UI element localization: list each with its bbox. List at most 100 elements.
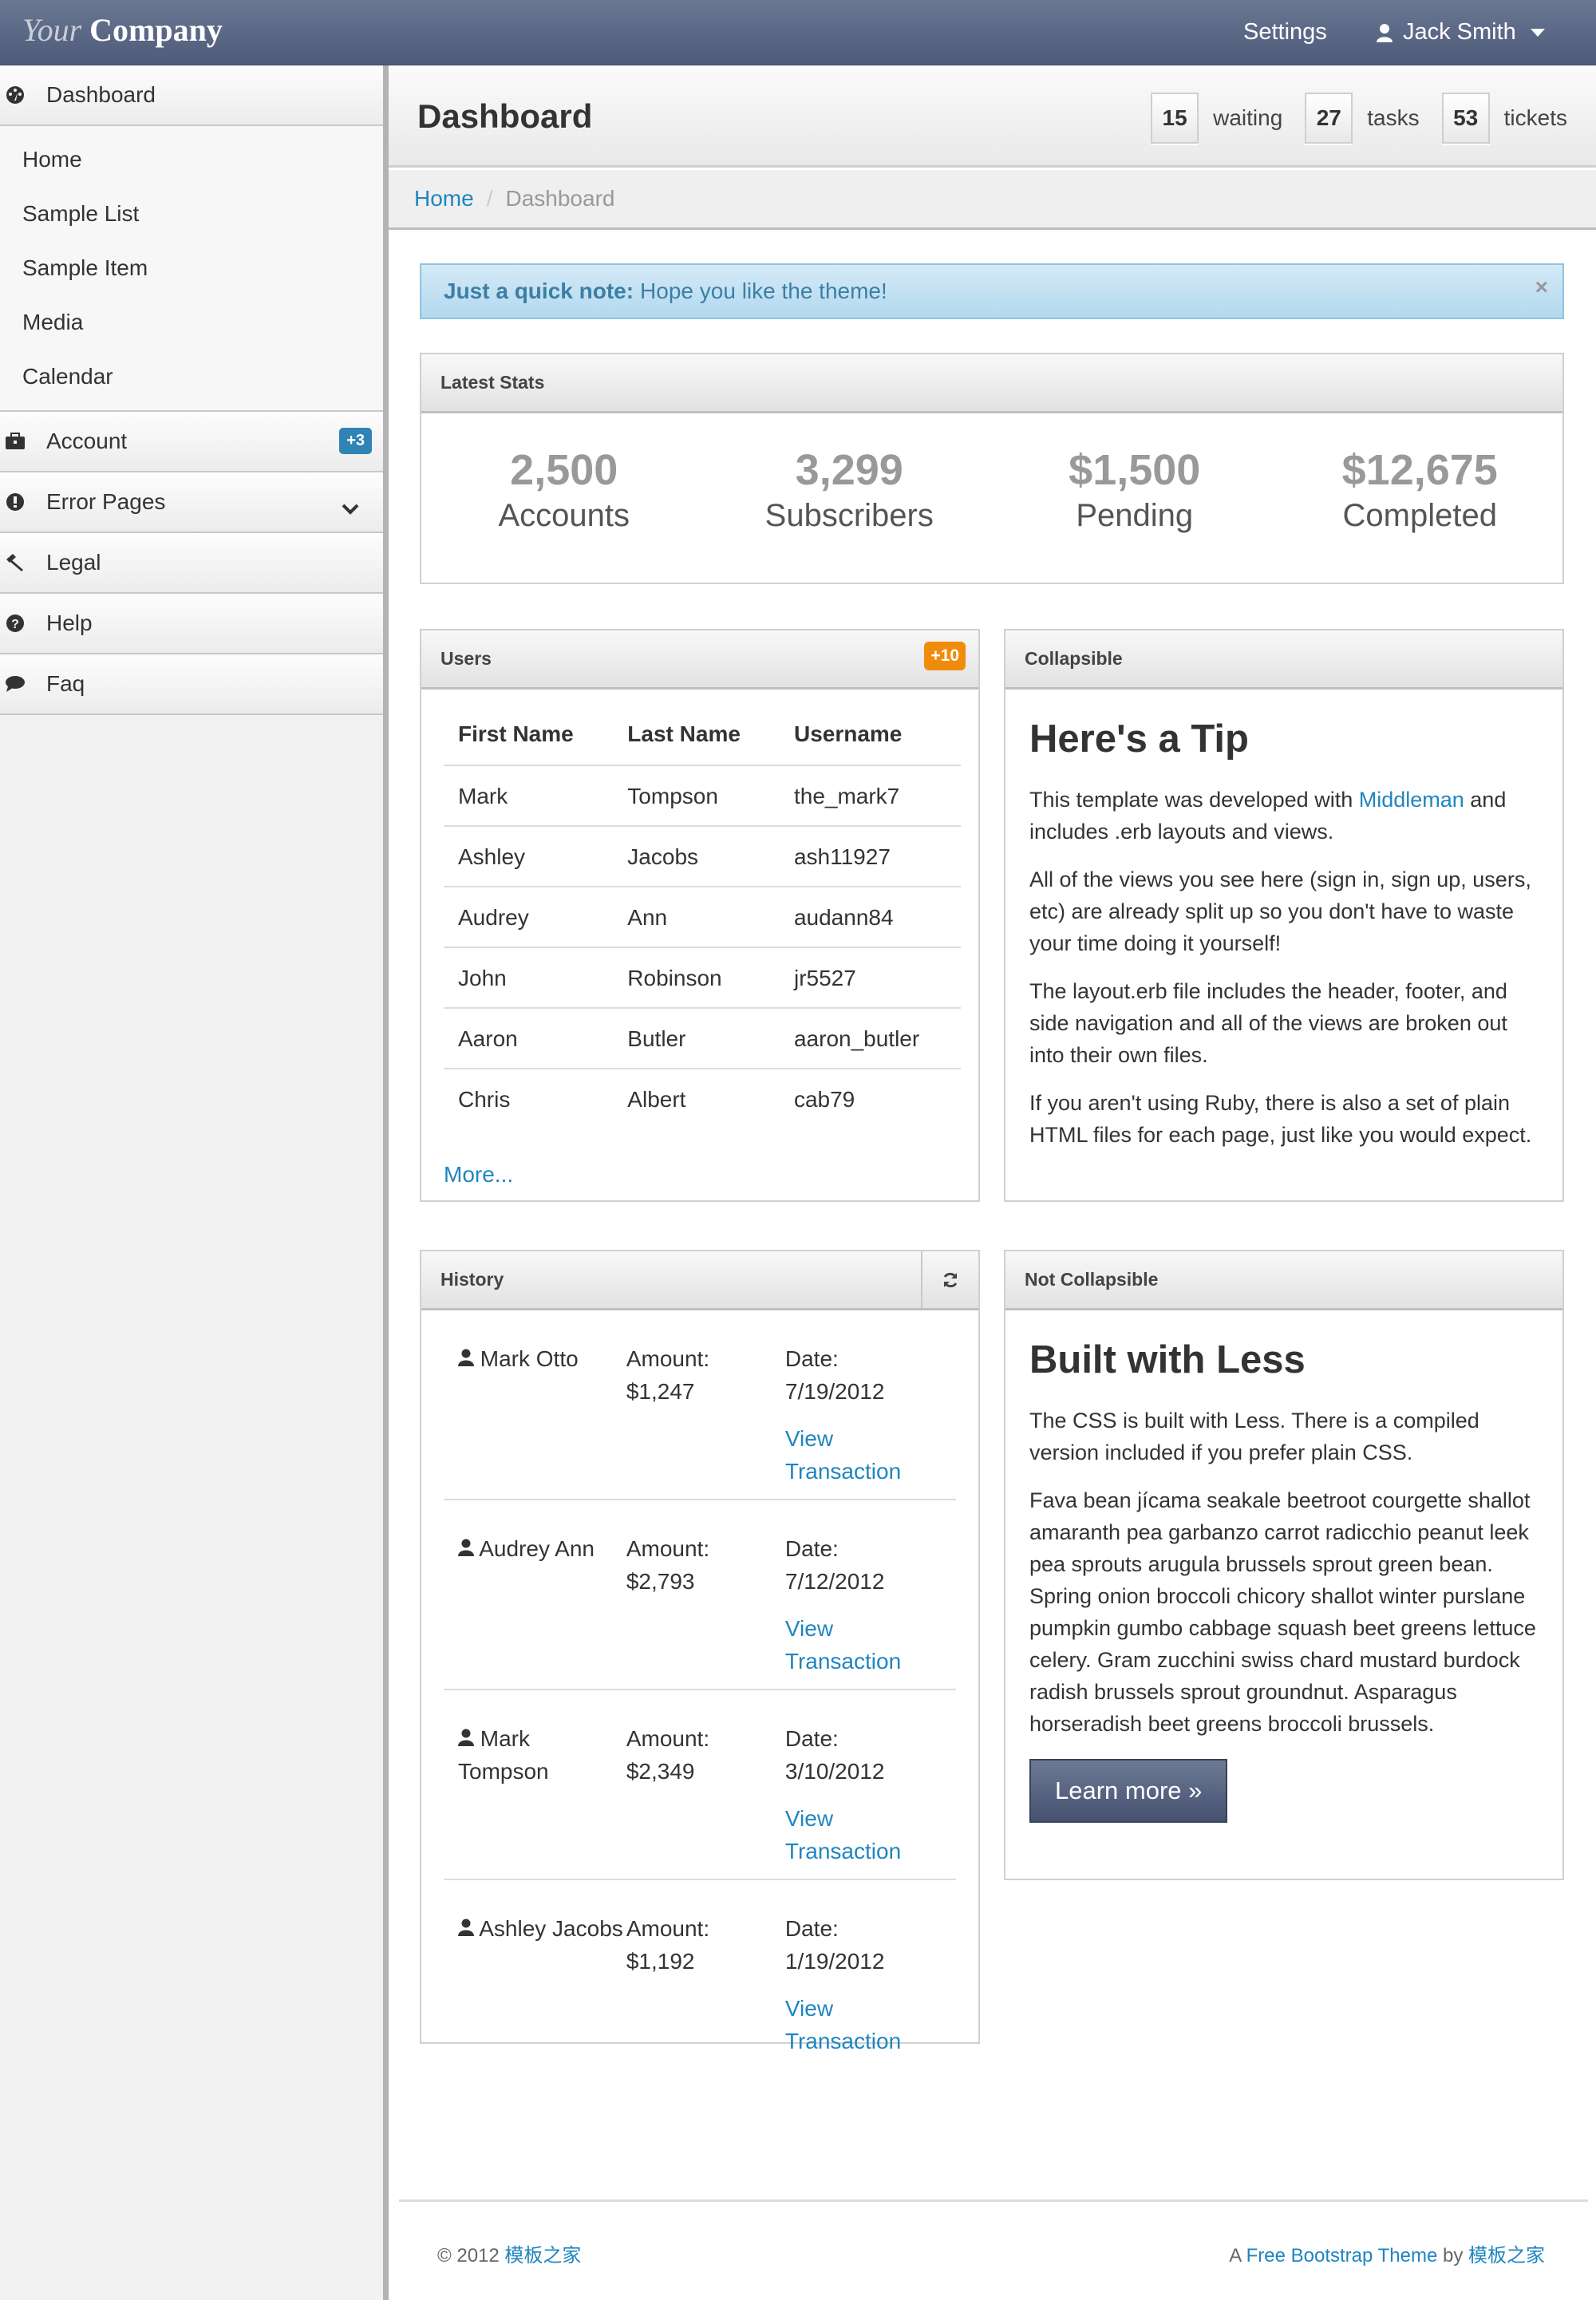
- history-date: Date: 7/12/2012 View Transaction: [785, 1532, 942, 1678]
- tip-paragraph: This template was developed with Middlem…: [1029, 784, 1539, 848]
- history-user: Ashley Jacobs: [458, 1912, 626, 2057]
- user-menu[interactable]: Jack Smith: [1376, 19, 1545, 45]
- sidebar-item-home[interactable]: Home: [0, 132, 383, 187]
- sidebar-item-label: Legal: [46, 550, 101, 575]
- more-users-link[interactable]: More...: [444, 1162, 978, 1188]
- tip-paragraph: The layout.erb file includes the header,…: [1029, 979, 1507, 1067]
- date-value: 7/19/2012: [784, 1379, 885, 1404]
- table-cell: Chris: [458, 1087, 511, 1112]
- view-transaction-link[interactable]: View Transaction: [785, 1422, 942, 1488]
- table-cell: aaron_butler: [779, 1008, 961, 1069]
- sidebar-item-calendar[interactable]: Calendar: [0, 350, 383, 404]
- table-cell: jr5527: [779, 947, 961, 1009]
- sidebar-item-label: Dashboard: [46, 82, 156, 107]
- history-row: Mark Tompson Amount: $2,349 Date: 3/10/2012 V…: [444, 1690, 956, 1880]
- waiting-label: waiting: [1213, 105, 1283, 130]
- amount-value: $2,349: [626, 1759, 695, 1784]
- user-icon: [1377, 23, 1393, 42]
- table-cell: Aaron: [444, 1008, 614, 1069]
- view-transaction-link[interactable]: View Transaction: [785, 1992, 942, 2057]
- history-amount: Amount: $2,793: [626, 1532, 785, 1678]
- chevron-down-icon[interactable]: [342, 495, 359, 520]
- sidebar-item-media[interactable]: Media: [0, 295, 383, 350]
- close-icon[interactable]: ×: [1535, 275, 1548, 300]
- breadcrumb-home[interactable]: Home: [414, 186, 474, 211]
- sidebar-item-dashboard[interactable]: Dashboard: [0, 65, 383, 126]
- less-heading: Built with Less: [1029, 1338, 1306, 1381]
- bootstrap-theme-link[interactable]: Free Bootstrap Theme: [1246, 2245, 1438, 2266]
- tasks-count[interactable]: 27: [1305, 93, 1353, 144]
- table-cell: Albert: [627, 1087, 686, 1112]
- exclamation-icon: [5, 492, 26, 512]
- question-icon: ?: [5, 613, 26, 634]
- sidebar-divider: [383, 65, 389, 2300]
- table-cell: Butler: [613, 1008, 780, 1069]
- brand-logo[interactable]: Your Company: [22, 11, 223, 49]
- date-label: Date:: [784, 1916, 839, 1941]
- alert-text: Hope you like the theme!: [640, 279, 887, 303]
- view-transaction-link[interactable]: View Transaction: [785, 1802, 942, 1867]
- table-row: Mark Tompson the_mark7: [444, 765, 961, 827]
- footer-right-link[interactable]: 模板之家: [1468, 2245, 1545, 2266]
- sidebar-item-legal[interactable]: Legal: [0, 533, 383, 594]
- comment-icon: [5, 674, 26, 694]
- history-user: Audrey Ann: [458, 1532, 626, 1678]
- credits-prefix: A: [1229, 2245, 1241, 2266]
- amount-label: Amount:: [626, 1536, 710, 1561]
- table-cell: John: [444, 947, 614, 1009]
- dashboard-icon: [5, 85, 26, 105]
- learn-more-button[interactable]: Learn more »: [1029, 1759, 1228, 1823]
- stats-panel: Latest Stats 2,500 Accounts 3,299 Subscr…: [420, 353, 1564, 584]
- date-value: 1/19/2012: [784, 1949, 885, 1974]
- sidebar-item-error-pages[interactable]: Error Pages: [0, 472, 383, 533]
- users-badge: +10: [924, 642, 966, 670]
- top-navbar: Your Company Settings Jack Smith: [0, 0, 1596, 65]
- page-title: Dashboard: [417, 97, 593, 135]
- sidebar-item-account[interactable]: Account +3: [0, 412, 383, 472]
- sidebar-item-help[interactable]: ? Help: [0, 594, 383, 654]
- header-counters: 15 waiting 27 tasks 53 tickets: [1151, 93, 1567, 144]
- stat-completed: $12,675 Completed: [1278, 445, 1563, 534]
- table-cell: cab79: [793, 1087, 855, 1112]
- stats-row: 2,500 Accounts 3,299 Subscribers $1,500 …: [421, 413, 1562, 534]
- view-transaction-link[interactable]: View Transaction: [785, 1612, 942, 1678]
- middleman-link[interactable]: Middleman: [1359, 788, 1464, 812]
- table-cell: Ann: [613, 887, 780, 948]
- brand-company: Company: [89, 12, 223, 48]
- sidebar-item-sample-item[interactable]: Sample Item: [0, 241, 383, 295]
- table-cell: Audrey: [444, 887, 614, 948]
- breadcrumb: Home / Dashboard: [389, 170, 1596, 230]
- date-value: 3/10/2012: [784, 1759, 885, 1784]
- table-cell: Tompson: [613, 765, 780, 827]
- date-label: Date:: [784, 1536, 839, 1561]
- info-alert: Just a quick note: Hope you like the the…: [420, 263, 1564, 319]
- tickets-count[interactable]: 53: [1441, 93, 1490, 144]
- panel-title: Latest Stats: [421, 354, 1562, 413]
- stat-label: Subscribers: [764, 498, 934, 533]
- refresh-button[interactable]: [921, 1251, 978, 1308]
- stat-label: Pending: [1076, 498, 1194, 533]
- panel-header[interactable]: Collapsible: [1005, 630, 1562, 690]
- history-user-name: Mark Otto: [480, 1346, 579, 1371]
- table-row: John Robinson jr5527: [444, 947, 961, 1009]
- breadcrumb-current: Dashboard: [505, 186, 615, 211]
- stat-pending: $1,500 Pending: [992, 445, 1278, 534]
- less-paragraph: Fava bean jícama seakale beetroot courge…: [1029, 1488, 1536, 1736]
- sidebar-item-sample-list[interactable]: Sample List: [0, 187, 383, 241]
- sidebar-item-label: Error Pages: [46, 489, 166, 514]
- panel-title: History: [440, 1269, 504, 1290]
- panel-header: History: [421, 1251, 978, 1310]
- settings-link[interactable]: Settings: [1243, 19, 1327, 45]
- footer-left-link[interactable]: 模板之家: [504, 2245, 581, 2266]
- history-user: Mark Otto: [458, 1342, 626, 1488]
- history-date: Date: 3/10/2012 View Transaction: [785, 1722, 942, 1867]
- table-row: Chris Albert cab79: [444, 1069, 961, 1128]
- history-panel: History Mark Otto Amount: $1,247 Date: 7/19/…: [420, 1250, 980, 2053]
- stat-accounts: 2,500 Accounts: [421, 445, 707, 534]
- waiting-count[interactable]: 15: [1151, 93, 1199, 144]
- table-cell: Mark: [444, 765, 614, 827]
- panel-body: Built with Less The CSS is built with Le…: [1005, 1310, 1562, 1842]
- stat-value: 2,500: [510, 446, 618, 494]
- date-label: Date:: [784, 1346, 839, 1371]
- sidebar-item-faq[interactable]: Faq: [0, 654, 383, 715]
